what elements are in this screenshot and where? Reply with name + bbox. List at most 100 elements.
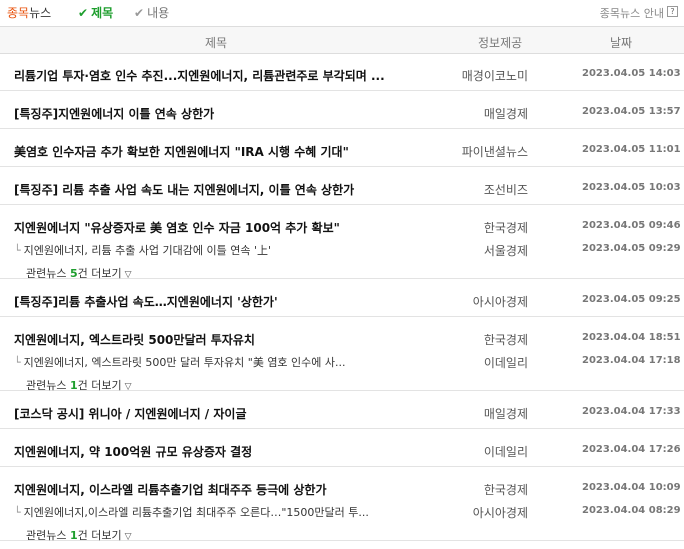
news-row: 리튬기업 투자·염호 인수 추진...지엔원에너지, 리튬관련주로 부각되며 .… <box>0 54 684 91</box>
news-title-link[interactable]: 지엔원에너지, 약 100억원 규모 유상증자 결정 <box>14 443 252 460</box>
column-title: 제목 <box>205 36 228 50</box>
help-icon[interactable]: ? <box>667 6 678 17</box>
news-source: 파이낸셜뉴스 <box>461 145 528 159</box>
sub-news-link[interactable]: └ 지엔원에너지,이스라엘 리튬추출기업 최대주주 오른다…"1500만달러 투.… <box>14 504 369 520</box>
news-source: 매일경제 <box>483 407 528 421</box>
sub-news-source: 서울경제 <box>483 244 528 258</box>
news-main-line: [특징주]지엔원에너지 이틀 연속 상한가 매일경제 2023.04.05 13:5… <box>0 105 684 123</box>
news-date: 2023.04.05 14:03 <box>582 68 681 79</box>
sub-news-date: 2023.04.04 17:18 <box>582 355 681 366</box>
sub-news-date: 2023.04.04 08:29 <box>582 505 681 516</box>
related-news-more-button[interactable]: 관련뉴스 5건 더보기 ▽ <box>26 265 132 281</box>
tree-branch-icon: └ <box>14 506 21 519</box>
chevron-down-icon: ▽ <box>124 270 132 280</box>
news-source: 조선비즈 <box>483 183 528 197</box>
news-title-link[interactable]: [특징주]리튬 추출사업 속도…지엔원에너지 '상한가' <box>14 293 278 310</box>
related-news-prefix: 관련뉴스 <box>26 267 70 280</box>
news-row: [특징주]리튬 추출사업 속도…지엔원에너지 '상한가' 아시아경제 2023.04… <box>0 280 684 317</box>
news-main-line: 지엔원에너지 "유상증자로 美 염호 인수 자금 100억 추가 확보" 한국경제… <box>0 219 684 237</box>
news-row: [특징주] 리튬 추출 사업 속도 내는 지엔원에너지, 이틀 연속 상한가 조선… <box>0 168 684 205</box>
news-title-link[interactable]: 美염호 인수자금 추가 확보한 지엔원에너지 "IRA 시행 수혜 기대" <box>14 143 349 160</box>
sub-news-title: 지엔원에너지, 리튬 추출 사업 기대감에 이틀 연속 '上' <box>23 244 272 257</box>
filter-title-label: 제목 <box>91 6 114 20</box>
section-title-accent: 종목 <box>7 6 30 20</box>
news-title-link[interactable]: 지엔원에너지, 이스라엘 리튬추출기업 최대주주 등극에 상한가 <box>14 481 327 498</box>
sub-news-source: 아시아경제 <box>472 506 528 520</box>
news-source: 한국경제 <box>483 333 528 347</box>
related-news-line: 관련뉴스 1건 더보기 ▽ <box>0 527 684 545</box>
related-news-prefix: 관련뉴스 <box>26 529 70 542</box>
news-row: 지엔원에너지, 엑스트라릿 500만달러 투자유치 한국경제 2023.04.04 … <box>0 318 684 393</box>
related-news-suffix: 건 더보기 <box>77 379 122 392</box>
column-date: 날짜 <box>610 36 633 50</box>
news-row: [코스닥 공시] 위니아 / 지엔원에너지 / 자이글 매일경제 2023.04.0… <box>0 392 684 429</box>
sub-news-title: 지엔원에너지,이스라엘 리튬추출기업 최대주주 오른다…"1500만달러 투..… <box>23 506 369 519</box>
news-main-line: [특징주] 리튬 추출 사업 속도 내는 지엔원에너지, 이틀 연속 상한가 조선… <box>0 181 684 199</box>
news-main-line: [코스닥 공시] 위니아 / 지엔원에너지 / 자이글 매일경제 2023.04.0… <box>0 405 684 423</box>
checkmark-icon: ✔ <box>134 5 145 20</box>
news-title-link[interactable]: 리튬기업 투자·염호 인수 추진...지엔원에너지, 리튬관련주로 부각되며 .… <box>14 67 385 84</box>
news-date: 2023.04.05 11:01 <box>582 144 681 155</box>
filter-content-option[interactable]: ✔ 내용 <box>134 4 169 21</box>
related-news-count: 1 <box>69 379 78 392</box>
related-news-prefix: 관련뉴스 <box>26 379 70 392</box>
news-row: [특징주]지엔원에너지 이틀 연속 상한가 매일경제 2023.04.05 13:5… <box>0 92 684 129</box>
news-sub-line: └ 지엔원에너지, 엑스트라릿 500만 달러 투자유치 "美 염호 인수에 사.… <box>0 354 684 372</box>
news-source: 매일경제 <box>483 107 528 121</box>
news-main-line: 지엔원에너지, 약 100억원 규모 유상증자 결정 이데일리 2023.04.04… <box>0 443 684 461</box>
news-title-link[interactable]: 지엔원에너지, 엑스트라릿 500만달러 투자유치 <box>14 331 255 348</box>
sub-news-source: 이데일리 <box>483 356 528 370</box>
news-row: 지엔원에너지 "유상증자로 美 염호 인수 자금 100억 추가 확보" 한국경제… <box>0 206 684 281</box>
related-news-more-button[interactable]: 관련뉴스 1건 더보기 ▽ <box>26 377 132 393</box>
news-date: 2023.04.05 09:25 <box>582 294 681 305</box>
news-title-link[interactable]: [특징주]지엔원에너지 이틀 연속 상한가 <box>14 105 214 122</box>
news-date: 2023.04.05 09:46 <box>582 220 681 231</box>
filter-content-label: 내용 <box>147 6 170 20</box>
related-news-more-button[interactable]: 관련뉴스 1건 더보기 ▽ <box>26 527 132 543</box>
checkmark-icon: ✔ <box>78 5 89 20</box>
section-title: 종목뉴스 <box>7 4 51 21</box>
news-row: 美염호 인수자금 추가 확보한 지엔원에너지 "IRA 시행 수혜 기대" 파이낸… <box>0 130 684 167</box>
related-news-count: 5 <box>69 267 78 280</box>
news-sub-line: └ 지엔원에너지,이스라엘 리튬추출기업 최대주주 오른다…"1500만달러 투.… <box>0 504 684 522</box>
tree-branch-icon: └ <box>14 356 21 369</box>
news-title-link[interactable]: 지엔원에너지 "유상증자로 美 염호 인수 자금 100억 추가 확보" <box>14 219 340 236</box>
news-date: 2023.04.04 17:33 <box>582 406 681 417</box>
section-title-rest: 뉴스 <box>29 6 52 20</box>
sub-news-title: 지엔원에너지, 엑스트라릿 500만 달러 투자유치 "美 염호 인수에 사..… <box>23 356 346 369</box>
news-source: 이데일리 <box>483 445 528 459</box>
table-header: 제목 정보제공 날짜 <box>0 26 684 54</box>
filter-title-option[interactable]: ✔ 제목 <box>78 4 113 21</box>
news-source: 아시아경제 <box>472 295 528 309</box>
news-source: 한국경제 <box>483 483 528 497</box>
chevron-down-icon: ▽ <box>124 382 132 392</box>
top-bar: 종목뉴스 ✔ 제목 ✔ 내용 종목뉴스 안내 ? <box>0 0 684 24</box>
news-main-line: 美염호 인수자금 추가 확보한 지엔원에너지 "IRA 시행 수혜 기대" 파이낸… <box>0 143 684 161</box>
sub-news-date: 2023.04.05 09:29 <box>582 243 681 254</box>
news-main-line: 리튬기업 투자·염호 인수 추진...지엔원에너지, 리튬관련주로 부각되며 .… <box>0 67 684 85</box>
related-news-suffix: 건 더보기 <box>77 267 122 280</box>
related-news-suffix: 건 더보기 <box>77 529 122 542</box>
related-news-count: 1 <box>69 529 78 542</box>
news-row: 지엔원에너지, 이스라엘 리튬추출기업 최대주주 등극에 상한가 한국경제 2023… <box>0 468 684 542</box>
sub-news-link[interactable]: └ 지엔원에너지, 리튬 추출 사업 기대감에 이틀 연속 '上' <box>14 242 271 258</box>
news-row: 지엔원에너지, 약 100억원 규모 유상증자 결정 이데일리 2023.04.04… <box>0 430 684 467</box>
news-sub-line: └ 지엔원에너지, 리튬 추출 사업 기대감에 이틀 연속 '上' 서울경제 2023… <box>0 242 684 260</box>
sub-news-link[interactable]: └ 지엔원에너지, 엑스트라릿 500만 달러 투자유치 "美 염호 인수에 사.… <box>14 354 346 370</box>
news-date: 2023.04.05 13:57 <box>582 106 681 117</box>
news-title-link[interactable]: [코스닥 공시] 위니아 / 지엔원에너지 / 자이글 <box>14 405 246 422</box>
news-main-line: 지엔원에너지, 엑스트라릿 500만달러 투자유치 한국경제 2023.04.04 … <box>0 331 684 349</box>
news-date: 2023.04.04 18:51 <box>582 332 681 343</box>
column-source: 정보제공 <box>478 36 523 50</box>
news-source: 한국경제 <box>483 221 528 235</box>
news-source: 매경이코노미 <box>461 69 528 83</box>
guide-link[interactable]: 종목뉴스 안내 <box>600 5 664 21</box>
chevron-down-icon: ▽ <box>124 532 132 542</box>
news-date: 2023.04.04 10:09 <box>582 482 681 493</box>
news-main-line: [특징주]리튬 추출사업 속도…지엔원에너지 '상한가' 아시아경제 2023.04… <box>0 293 684 311</box>
news-main-line: 지엔원에너지, 이스라엘 리튬추출기업 최대주주 등극에 상한가 한국경제 2023… <box>0 481 684 499</box>
news-title-link[interactable]: [특징주] 리튬 추출 사업 속도 내는 지엔원에너지, 이틀 연속 상한가 <box>14 181 354 198</box>
tree-branch-icon: └ <box>14 244 21 257</box>
news-date: 2023.04.05 10:03 <box>582 182 681 193</box>
news-date: 2023.04.04 17:26 <box>582 444 681 455</box>
